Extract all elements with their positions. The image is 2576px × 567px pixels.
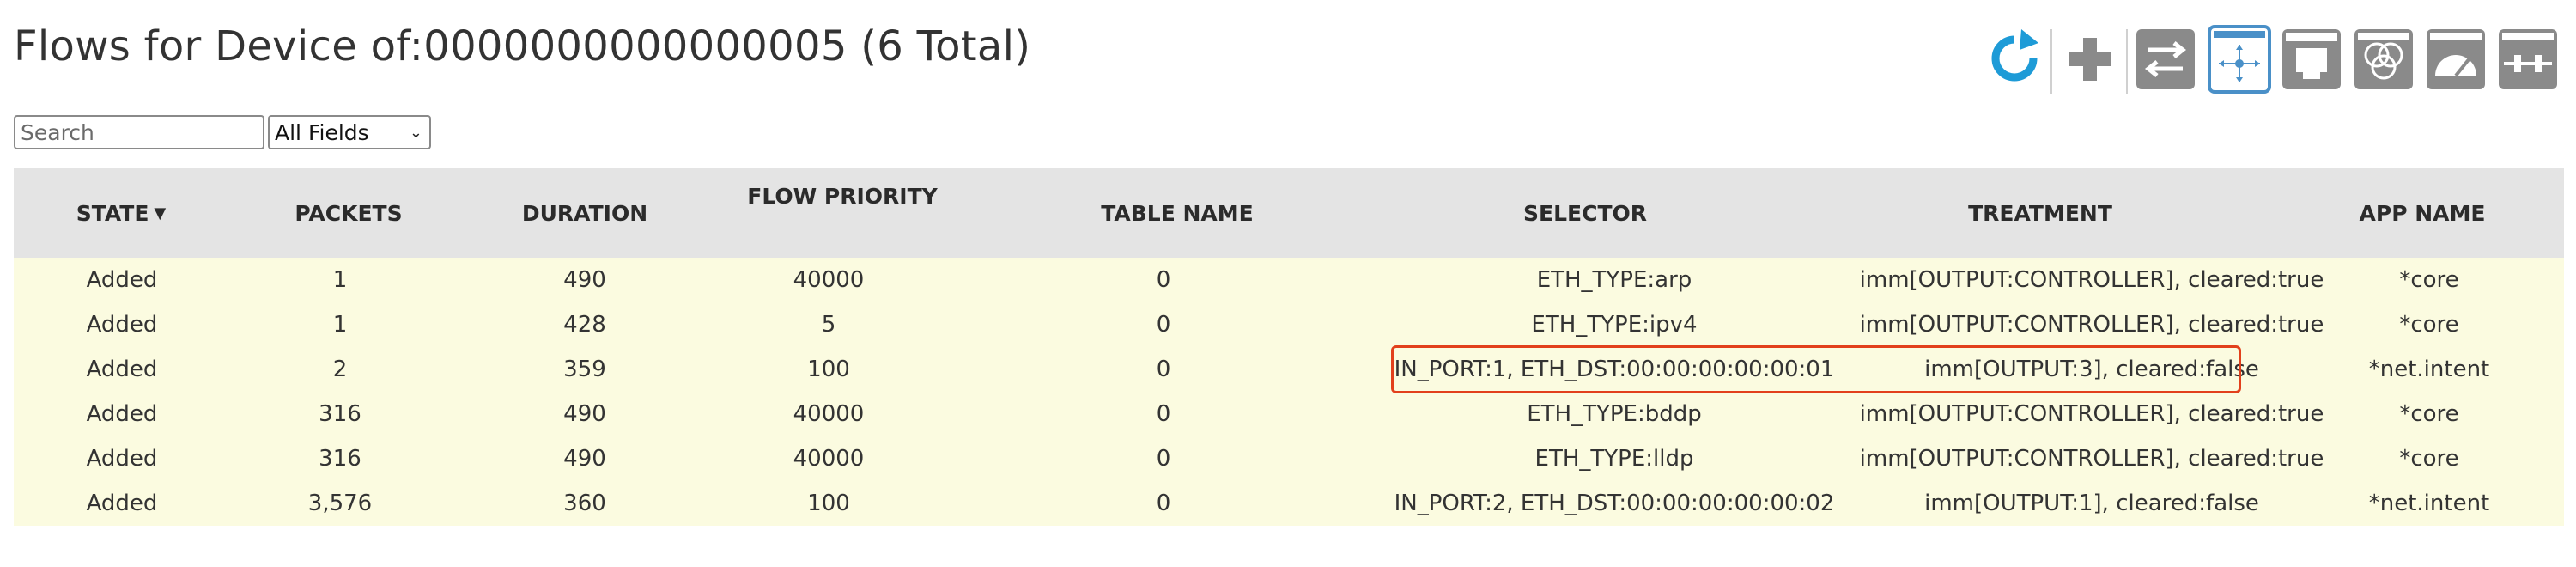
cell-state: Added	[86, 401, 158, 427]
search-input[interactable]	[14, 115, 264, 149]
cell-treatment: imm[OUTPUT:CONTROLLER], cleared:true	[1859, 312, 2324, 338]
column-header-duration[interactable]: DURATION	[469, 168, 701, 258]
cell-selector: ETH_TYPE:ipv4	[1531, 312, 1698, 338]
table-row[interactable]: Added 316 490 40000 0 ETH_TYPE:bddp imm[…	[14, 392, 2564, 436]
cell-treatment: imm[OUTPUT:CONTROLLER], cleared:true	[1859, 446, 2324, 472]
cell-selector: ETH_TYPE:bddp	[1527, 401, 1702, 427]
cell-duration: 360	[563, 491, 606, 516]
table-row[interactable]: Added 3,576 360 100 0 IN_PORT:2, ETH_DST…	[14, 481, 2564, 526]
add-flow-icon[interactable]	[2057, 24, 2123, 94]
chevron-down-icon: ⌄	[409, 123, 422, 142]
cell-packets: 1	[332, 312, 348, 338]
flow-view-icon[interactable]	[2207, 24, 2272, 94]
cell-app-name: *net.intent	[2368, 491, 2490, 516]
table-row[interactable]: Added 1 428 5 0 ETH_TYPE:ipv4 imm[OUTPUT…	[14, 302, 2564, 347]
field-select-value: All Fields	[275, 119, 369, 145]
table-row[interactable]: Added 316 490 40000 0 ETH_TYPE:lldp imm[…	[14, 436, 2564, 481]
cell-priority: 5	[821, 312, 836, 338]
cell-duration: 490	[563, 267, 606, 293]
port-view-icon[interactable]	[2279, 24, 2344, 94]
cell-table-name: 0	[1156, 267, 1171, 293]
cell-selector: ETH_TYPE:lldp	[1534, 446, 1694, 472]
cell-packets: 1	[332, 267, 348, 293]
cell-table-name: 0	[1156, 357, 1171, 382]
cell-selector: IN_PORT:2, ETH_DST:00:00:00:00:00:02	[1394, 491, 1835, 516]
cell-treatment: imm[OUTPUT:CONTROLLER], cleared:true	[1859, 267, 2324, 293]
cell-packets: 3,576	[307, 491, 373, 516]
highlight-annotation-box	[1391, 345, 2241, 393]
cell-packets: 316	[319, 446, 361, 472]
table-row[interactable]: Added 1 490 40000 0 ETH_TYPE:arp imm[OUT…	[14, 258, 2564, 302]
cell-priority: 100	[807, 491, 850, 516]
cell-packets: 2	[332, 357, 348, 382]
cell-state: Added	[86, 491, 158, 516]
cell-priority: 40000	[793, 446, 865, 472]
cell-state: Added	[86, 357, 158, 382]
cell-treatment: imm[OUTPUT:1], cleared:false	[1924, 491, 2259, 516]
cell-selector: ETH_TYPE:arp	[1536, 267, 1692, 293]
cell-duration: 490	[563, 446, 606, 472]
cell-duration: 490	[563, 401, 606, 427]
column-header-flow-priority[interactable]: FLOW PRIORITY	[701, 168, 984, 258]
cell-state: Added	[86, 267, 158, 293]
column-header-app-name[interactable]: APP NAME	[2281, 168, 2564, 258]
cell-state: Added	[86, 446, 158, 472]
column-header-selector[interactable]: SELECTOR	[1370, 168, 1800, 258]
cell-priority: 40000	[793, 401, 865, 427]
cell-table-name: 0	[1156, 401, 1171, 427]
pipeconf-view-icon[interactable]	[2495, 24, 2561, 94]
meter-view-icon[interactable]	[2423, 24, 2488, 94]
toolbar-separator	[2126, 29, 2128, 94]
cell-app-name: *net.intent	[2368, 357, 2490, 382]
column-header-treatment[interactable]: TREATMENT	[1800, 168, 2281, 258]
cell-app-name: *core	[2399, 401, 2459, 427]
cell-packets: 316	[319, 401, 361, 427]
cell-app-name: *core	[2399, 446, 2459, 472]
cell-app-name: *core	[2399, 267, 2459, 293]
flows-page: Flows for Device of:0000000000000005 (6 …	[0, 0, 2576, 567]
cell-app-name: *core	[2399, 312, 2459, 338]
toolbar-separator	[2050, 29, 2052, 94]
table-header: STATE ▼ PACKETS DURATION FLOW PRIORITY T…	[14, 168, 2564, 258]
cell-treatment: imm[OUTPUT:CONTROLLER], cleared:true	[1859, 401, 2324, 427]
sort-desc-icon: ▼	[154, 204, 167, 223]
page-title: Flows for Device of:0000000000000005 (6 …	[14, 22, 1031, 70]
column-header-state[interactable]: STATE ▼	[14, 168, 228, 258]
cell-state: Added	[86, 312, 158, 338]
cell-duration: 428	[563, 312, 606, 338]
column-header-table-name[interactable]: TABLE NAME	[984, 168, 1370, 258]
switch-view-icon[interactable]	[2133, 24, 2198, 94]
cell-table-name: 0	[1156, 446, 1171, 472]
refresh-icon[interactable]	[1982, 24, 2047, 94]
field-select[interactable]: All Fields ⌄	[268, 115, 431, 149]
cell-table-name: 0	[1156, 491, 1171, 516]
cell-priority: 100	[807, 357, 850, 382]
cell-priority: 40000	[793, 267, 865, 293]
cell-duration: 359	[563, 357, 606, 382]
group-view-icon[interactable]	[2351, 24, 2416, 94]
cell-table-name: 0	[1156, 312, 1171, 338]
column-header-packets[interactable]: PACKETS	[228, 168, 469, 258]
